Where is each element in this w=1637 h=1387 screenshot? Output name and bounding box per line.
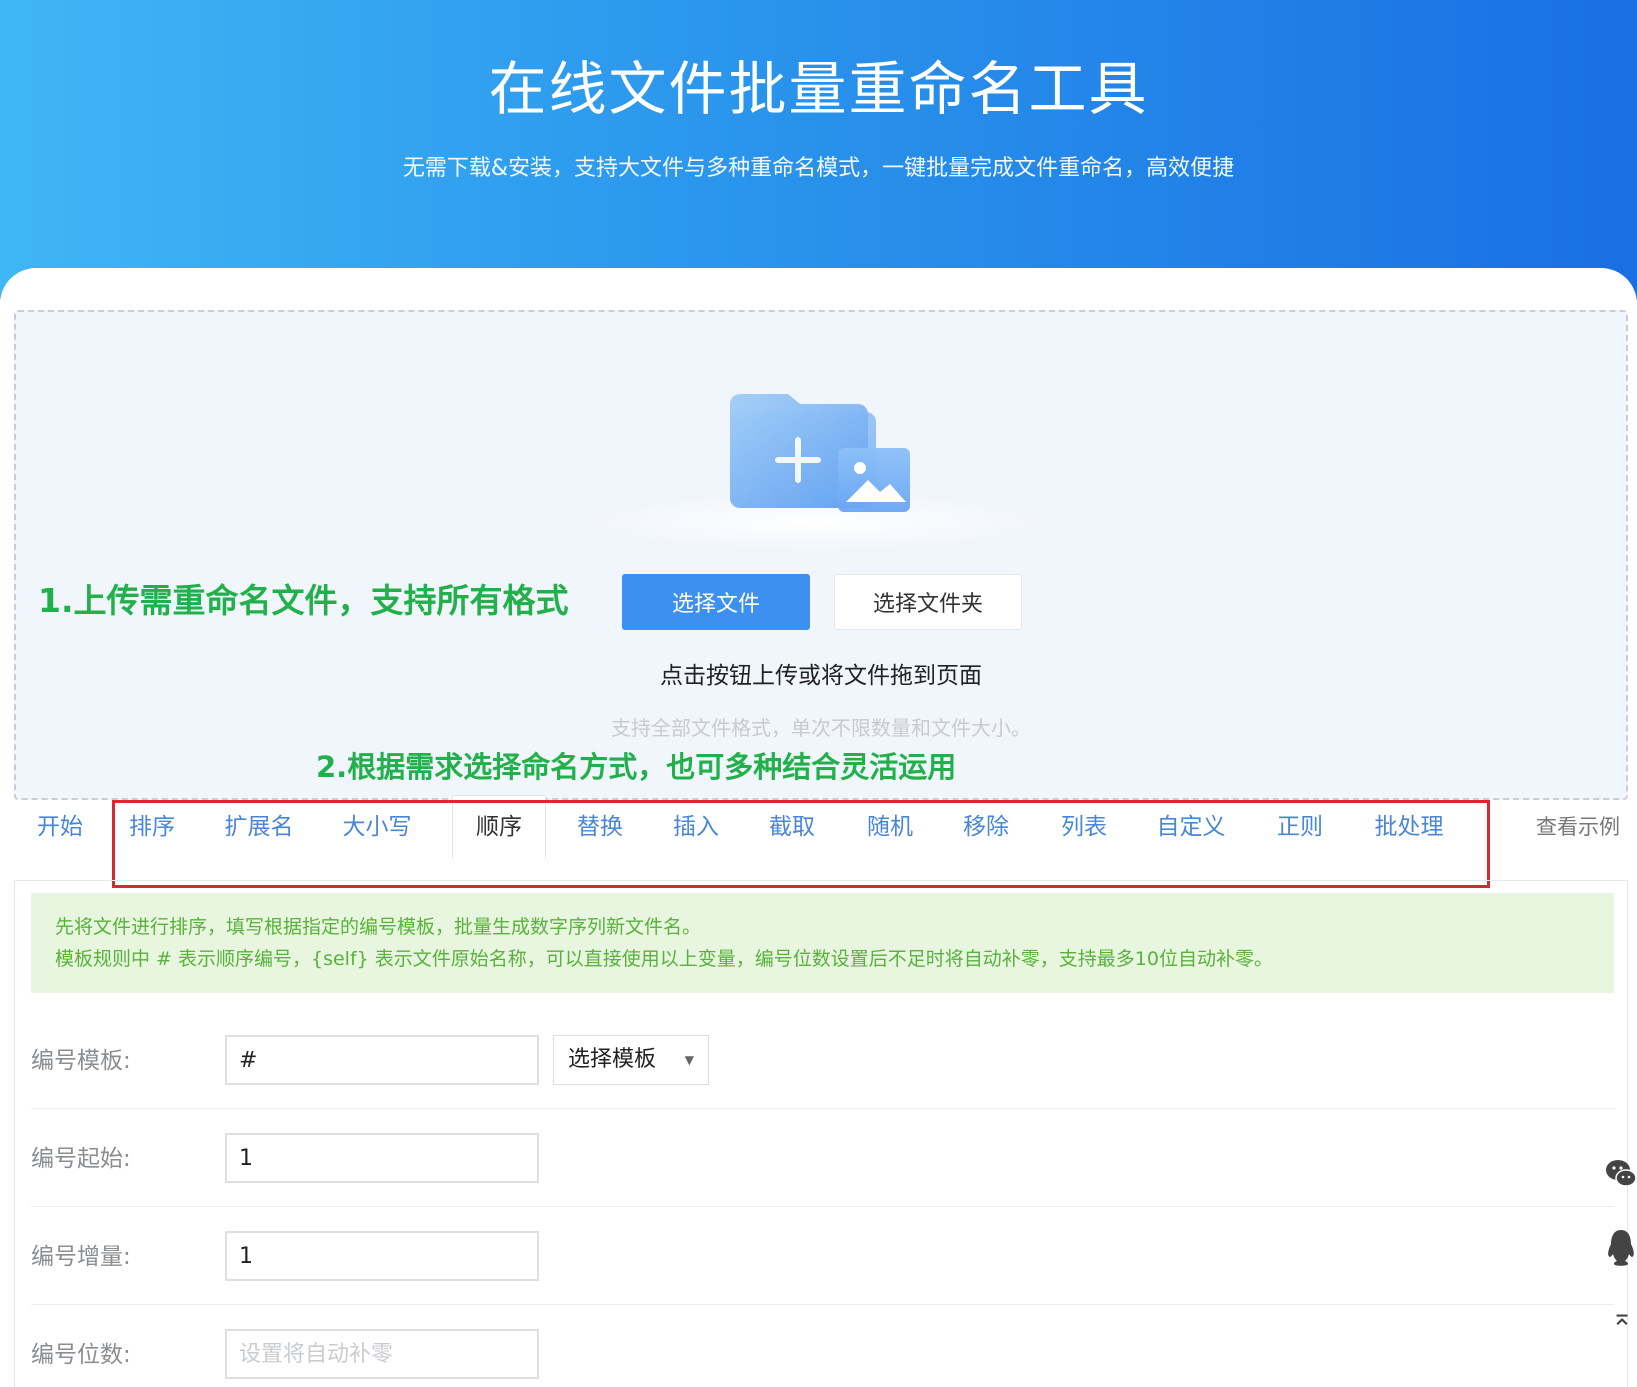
rename-mode-tabs: 开始 排序 扩展名 大小写 顺序 替换 插入 截取 随机 移除 列表 自定义 正… xyxy=(14,795,1628,859)
sequence-notice: 先将文件进行排序，填写根据指定的编号模板，批量生成数字序列新文件名。 模板规则中… xyxy=(31,893,1614,993)
tab-custom[interactable]: 自定义 xyxy=(1152,795,1230,859)
tab-batch[interactable]: 批处理 xyxy=(1370,795,1448,859)
folder-plus-image-icon xyxy=(730,394,910,512)
tab-replace[interactable]: 替换 xyxy=(574,795,626,859)
sequence-settings-panel: 先将文件进行排序，填写根据指定的编号模板，批量生成数字序列新文件名。 模板规则中… xyxy=(14,880,1628,1387)
tab-insert[interactable]: 插入 xyxy=(670,795,722,859)
tab-sort[interactable]: 排序 xyxy=(126,795,178,859)
page-title: 在线文件批量重命名工具 xyxy=(488,55,1149,123)
upload-hint: 点击按钮上传或将文件拖到页面 xyxy=(660,663,982,689)
page-subtitle: 无需下载&安装，支持大文件与多种重命名模式，一键批量完成文件重命名，高效便捷 xyxy=(402,156,1235,181)
tab-random[interactable]: 随机 xyxy=(864,795,916,859)
template-select[interactable]: 选择模板 ▼ xyxy=(553,1035,709,1085)
tab-extension[interactable]: 扩展名 xyxy=(220,795,298,859)
tab-remove[interactable]: 移除 xyxy=(960,795,1012,859)
notice-line-2: 模板规则中 # 表示顺序编号，{self} 表示文件原始名称，可以直接使用以上变… xyxy=(55,948,1273,970)
tab-sequence[interactable]: 顺序 xyxy=(452,795,546,859)
digits-label: 编号位数: xyxy=(31,1342,131,1368)
upload-illustration xyxy=(16,382,1626,552)
wechat-icon[interactable] xyxy=(1605,1158,1637,1190)
upload-dropzone[interactable]: 1.上传需重命名文件，支持所有格式 选择文件 选择文件夹 点击按钮上传或将文件拖… xyxy=(14,310,1628,800)
tab-regex[interactable]: 正则 xyxy=(1274,795,1326,859)
increment-input[interactable] xyxy=(225,1231,539,1281)
qq-icon[interactable] xyxy=(1605,1228,1637,1268)
start-input[interactable] xyxy=(225,1133,539,1183)
upload-subhint: 支持全部文件格式，单次不限数量和文件大小。 xyxy=(611,716,1031,740)
select-files-button[interactable]: 选择文件 xyxy=(622,574,810,630)
template-input[interactable] xyxy=(225,1035,539,1085)
notice-line-1: 先将文件进行排序，填写根据指定的编号模板，批量生成数字序列新文件名。 xyxy=(55,916,702,938)
start-label: 编号起始: xyxy=(31,1146,131,1172)
select-folder-button[interactable]: 选择文件夹 xyxy=(834,574,1022,630)
increment-row: 编号增量: xyxy=(31,1207,1614,1305)
tab-start[interactable]: 开始 xyxy=(34,795,86,859)
back-to-top-icon[interactable]: ⌅ xyxy=(1607,1302,1637,1332)
template-select-label: 选择模板 xyxy=(568,1047,657,1072)
step2-annotation: 2.根据需求选择命名方式，也可多种结合灵活运用 xyxy=(316,750,957,784)
header-banner: 在线文件批量重命名工具 无需下载&安装，支持大文件与多种重命名模式，一键批量完成… xyxy=(0,0,1637,300)
digits-row: 编号位数: xyxy=(31,1305,1614,1387)
step1-annotation: 1.上传需重命名文件，支持所有格式 xyxy=(38,581,569,620)
increment-label: 编号增量: xyxy=(31,1244,131,1270)
main-card: 1.上传需重命名文件，支持所有格式 选择文件 选择文件夹 点击按钮上传或将文件拖… xyxy=(0,268,1637,1387)
view-example-link[interactable]: 查看示例 xyxy=(1532,795,1624,859)
chevron-down-icon: ▼ xyxy=(684,1053,694,1067)
tab-case[interactable]: 大小写 xyxy=(338,795,416,859)
start-row: 编号起始: xyxy=(31,1109,1614,1207)
template-label: 编号模板: xyxy=(31,1048,131,1074)
template-row: 编号模板: 选择模板 ▼ xyxy=(31,1011,1614,1109)
digits-input[interactable] xyxy=(225,1329,539,1379)
tab-cut[interactable]: 截取 xyxy=(766,795,818,859)
tab-list[interactable]: 列表 xyxy=(1058,795,1110,859)
